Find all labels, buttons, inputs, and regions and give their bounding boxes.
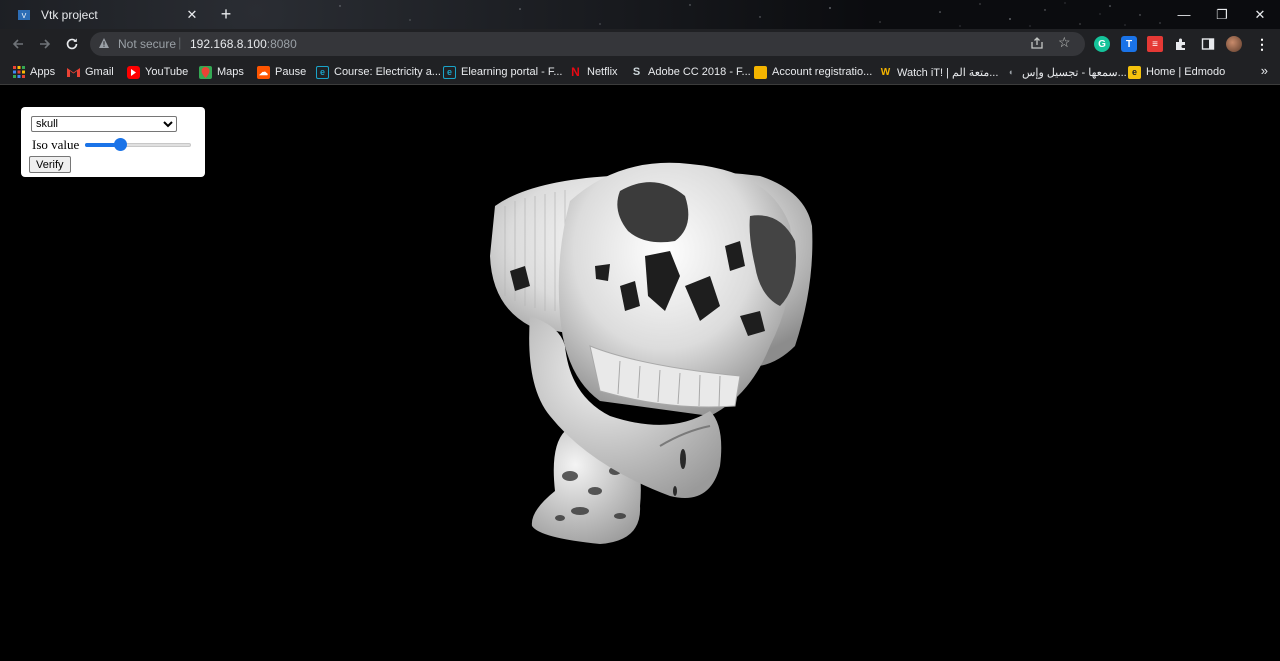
iso-value-label: Iso value <box>32 136 80 152</box>
tab-close-icon[interactable]: ✕ <box>182 7 202 23</box>
reload-icon <box>66 38 78 50</box>
browser-menu-icon[interactable]: ⋮ <box>1254 36 1270 52</box>
vtk-favicon-icon: V <box>17 8 31 22</box>
maps-icon <box>199 65 212 79</box>
browser-toolbar: Not secure | 192.168.8.100:8080 ☆ G T ≡ … <box>0 29 1280 59</box>
moodle-icon: e <box>443 65 456 79</box>
youtube-icon <box>127 65 140 79</box>
bookmark-maps[interactable]: Maps <box>199 64 244 80</box>
forward-button[interactable] <box>33 33 57 55</box>
edmodo-icon: e <box>1128 65 1141 79</box>
bookmark-adobe[interactable]: S Adobe CC 2018 - F... <box>630 64 751 80</box>
warning-triangle-icon <box>99 38 109 48</box>
security-label[interactable]: Not secure <box>118 37 176 51</box>
bookmark-gmail[interactable]: Gmail <box>67 64 114 80</box>
more-bookmarks-button[interactable]: » <box>1261 63 1268 78</box>
soundcloud-icon: ☁ <box>257 65 270 79</box>
url-host: 192.168.8.100 <box>190 37 267 51</box>
watchit-icon: W <box>880 66 891 78</box>
bookmark-label: Pause <box>275 66 307 78</box>
bookmark-pause[interactable]: ☁ Pause <box>257 64 306 80</box>
side-panel-icon[interactable] <box>1200 36 1216 52</box>
minimize-button[interactable]: — <box>1164 0 1204 29</box>
tab-title: Vtk project <box>41 7 98 22</box>
bookmark-label: Adobe CC 2018 - F... <box>648 66 751 78</box>
bookmark-netflix[interactable]: N Netflix <box>569 64 618 80</box>
forward-arrow-icon <box>40 39 51 49</box>
url-text[interactable]: 192.168.8.100:8080 <box>190 37 297 51</box>
reload-button[interactable] <box>60 33 84 55</box>
bookmark-label: Elearning portal - F... <box>461 66 563 78</box>
dataset-select[interactable]: skull <box>31 116 177 132</box>
bookmark-label: Watch iT! | متعة الم... <box>897 66 999 79</box>
restore-button[interactable]: ❐ <box>1202 0 1242 29</box>
profile-avatar[interactable] <box>1226 36 1242 52</box>
browser-tab[interactable]: V Vtk project ✕ <box>8 0 208 29</box>
translate-extension-icon[interactable]: T <box>1121 36 1137 52</box>
bookmark-elearning[interactable]: e Elearning portal - F... <box>443 64 563 80</box>
svg-text:V: V <box>22 13 27 20</box>
bookmark-label: Maps <box>217 66 244 78</box>
tab-strip: V Vtk project ✕ + — ❐ ✕ <box>0 0 1280 29</box>
bookmark-label: Account registratio... <box>772 66 873 78</box>
bookmark-star-icon[interactable]: ☆ <box>1058 34 1071 51</box>
skull-model <box>490 162 813 544</box>
bookmark-apps[interactable]: Apps <box>12 64 55 80</box>
bookmark-course[interactable]: e Course: Electricity a... <box>316 64 441 80</box>
grammarly-icon[interactable]: G <box>1094 36 1110 52</box>
iso-row: Iso value <box>31 135 195 154</box>
iso-value-slider[interactable] <box>85 137 192 152</box>
bookmark-account[interactable]: Account registratio... <box>754 64 872 80</box>
skull-render-canvas[interactable] <box>470 146 840 556</box>
address-separator: | <box>178 35 182 50</box>
moodle-icon: e <box>316 65 329 79</box>
todoist-icon[interactable]: ≡ <box>1147 36 1163 52</box>
s-logo-icon: S <box>632 66 641 78</box>
bookmark-sam3ha[interactable]: ◖ سمعها - تجسيل وإس... <box>1004 64 1127 80</box>
bookmark-label: Home | Edmodo <box>1146 66 1226 78</box>
bookmark-label: Netflix <box>587 66 618 78</box>
page-content: skull Iso value Verify <box>0 86 1280 661</box>
new-tab-button[interactable]: + <box>216 3 236 25</box>
speaker-icon: ◖ <box>1007 67 1014 77</box>
bookmark-label: Apps <box>30 66 56 78</box>
extensions-puzzle-icon[interactable] <box>1173 36 1189 52</box>
netflix-icon: N <box>571 65 580 79</box>
folder-icon <box>754 65 767 79</box>
slider-thumb[interactable] <box>114 137 128 151</box>
close-window-button[interactable]: ✕ <box>1240 0 1280 29</box>
gmail-icon <box>67 66 80 79</box>
bookmark-watchit[interactable]: W Watch iT! | متعة الم... <box>879 64 999 80</box>
apps-grid-icon <box>12 66 25 79</box>
bookmark-label: سمعها - تجسيل وإس... <box>1022 66 1127 79</box>
share-icon[interactable] <box>1030 36 1044 50</box>
url-port: :8080 <box>266 37 297 51</box>
bookmark-label: Gmail <box>85 66 114 78</box>
address-bar[interactable]: Not secure | 192.168.8.100:8080 ☆ <box>90 32 1085 56</box>
bookmark-label: Course: Electricity a... <box>334 66 441 78</box>
bookmarks-bar: Apps Gmail YouTube Maps ☁ Pause e Course… <box>0 59 1280 85</box>
verify-button[interactable]: Verify <box>29 156 71 173</box>
bookmark-edmodo[interactable]: e Home | Edmodo <box>1128 64 1225 80</box>
back-button[interactable] <box>6 33 30 55</box>
bookmark-label: YouTube <box>145 66 189 78</box>
bookmark-youtube[interactable]: YouTube <box>127 64 188 80</box>
control-panel: skull Iso value Verify <box>21 107 205 177</box>
back-arrow-icon <box>12 39 23 49</box>
